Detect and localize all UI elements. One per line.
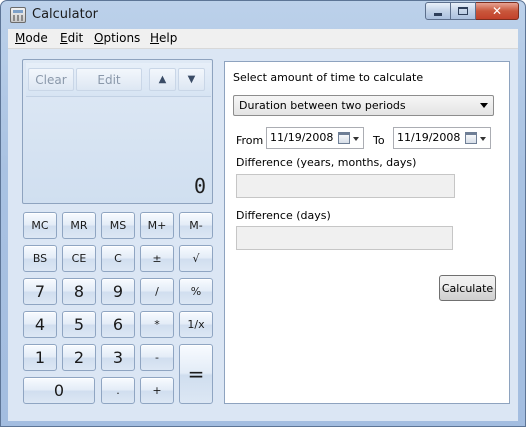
calendar-icon	[338, 132, 350, 144]
menu-help-accel: H	[150, 31, 160, 45]
calculator-window: Calculator ✕ Mode Edit Options Help Clea…	[0, 0, 526, 427]
caption-buttons: ✕	[425, 2, 519, 20]
difference-days-field	[236, 226, 453, 250]
history-up-button[interactable]: ▲	[149, 68, 176, 91]
client-area: Clear Edit ▲ ▼ 0 MC MR MS M+ M- BS CE C …	[8, 49, 518, 421]
calculator-app-icon	[10, 7, 26, 23]
key-m-minus[interactable]: M-	[179, 212, 213, 239]
key-sqrt[interactable]: √	[179, 245, 213, 272]
window-title: Calculator	[32, 7, 99, 22]
from-label: From	[236, 134, 264, 147]
from-date-value: 11/19/2008	[270, 131, 334, 144]
key-percent[interactable]: %	[179, 278, 213, 305]
calculator-pane: Clear Edit ▲ ▼ 0 MC MR MS M+ M- BS CE C …	[22, 59, 214, 404]
key-decimal[interactable]: .	[101, 377, 135, 404]
menu-options-rest: ptions	[103, 31, 141, 45]
menu-bar: Mode Edit Options Help	[8, 29, 518, 49]
to-date-picker[interactable]: 11/19/2008	[393, 127, 491, 149]
menu-mode-rest: ode	[25, 31, 48, 45]
key-6[interactable]: 6	[101, 311, 135, 338]
minimize-button[interactable]	[425, 2, 451, 20]
key-0[interactable]: 0	[23, 377, 95, 404]
menu-help-rest: elp	[159, 31, 178, 45]
panel-heading: Select amount of time to calculate	[233, 71, 424, 84]
calculation-mode-select[interactable]: Duration between two periods	[233, 95, 494, 116]
key-7[interactable]: 7	[23, 278, 57, 305]
title-bar[interactable]: Calculator ✕	[1, 1, 525, 29]
difference-ymd-label: Difference (years, months, days)	[236, 156, 417, 169]
maximize-button[interactable]	[451, 2, 476, 20]
key-8[interactable]: 8	[62, 278, 96, 305]
menu-mode[interactable]: Mode	[15, 31, 48, 45]
chevron-down-icon	[480, 137, 486, 141]
key-c[interactable]: C	[101, 245, 135, 272]
difference-ymd-field	[236, 174, 455, 198]
from-date-picker[interactable]: 11/19/2008	[266, 127, 364, 149]
history-down-button[interactable]: ▼	[178, 68, 205, 91]
key-1[interactable]: 1	[23, 344, 57, 371]
key-subtract[interactable]: -	[140, 344, 174, 371]
key-equals[interactable]: =	[179, 344, 213, 404]
history-clear-button[interactable]: Clear	[28, 68, 74, 91]
close-icon: ✕	[491, 4, 503, 18]
maximize-icon	[458, 7, 468, 15]
key-9[interactable]: 9	[101, 278, 135, 305]
key-backspace[interactable]: BS	[23, 245, 57, 272]
key-m-plus[interactable]: M+	[140, 212, 174, 239]
display-value: 0	[193, 174, 206, 198]
key-2[interactable]: 2	[62, 344, 96, 371]
calendar-icon	[465, 132, 477, 144]
arrow-down-icon: ▼	[187, 74, 196, 85]
display: Clear Edit ▲ ▼ 0	[22, 59, 213, 204]
difference-days-label: Difference (days)	[236, 209, 331, 222]
menu-options[interactable]: Options	[94, 31, 140, 45]
close-button[interactable]: ✕	[476, 2, 519, 20]
menu-edit-rest: dit	[67, 31, 84, 45]
to-date-value: 11/19/2008	[397, 131, 461, 144]
menu-mode-accel: M	[15, 31, 26, 45]
calculate-button[interactable]: Calculate	[439, 275, 496, 301]
key-plus-minus[interactable]: ±	[140, 245, 174, 272]
chevron-down-icon	[353, 137, 359, 141]
calculation-mode-value: Duration between two periods	[239, 99, 406, 112]
key-ce[interactable]: CE	[62, 245, 96, 272]
menu-help[interactable]: Help	[150, 31, 177, 45]
key-ms[interactable]: MS	[101, 212, 135, 239]
key-4[interactable]: 4	[23, 311, 57, 338]
key-mr[interactable]: MR	[62, 212, 96, 239]
arrow-up-icon: ▲	[158, 74, 167, 85]
key-add[interactable]: +	[140, 377, 174, 404]
key-mc[interactable]: MC	[23, 212, 57, 239]
menu-edit-accel: E	[60, 31, 68, 45]
history-edit-button[interactable]: Edit	[76, 68, 142, 91]
minimize-icon	[434, 12, 442, 16]
key-5[interactable]: 5	[62, 311, 96, 338]
history-toolbar: Clear Edit ▲ ▼	[26, 63, 211, 97]
key-divide[interactable]: /	[140, 278, 174, 305]
key-reciprocal[interactable]: 1/x	[179, 311, 213, 338]
key-3[interactable]: 3	[101, 344, 135, 371]
date-calculation-panel: Select amount of time to calculate Durat…	[224, 61, 510, 404]
dropdown-arrow-icon	[480, 103, 488, 108]
key-multiply[interactable]: *	[140, 311, 174, 338]
to-label: To	[373, 134, 385, 147]
menu-edit[interactable]: Edit	[60, 31, 83, 45]
